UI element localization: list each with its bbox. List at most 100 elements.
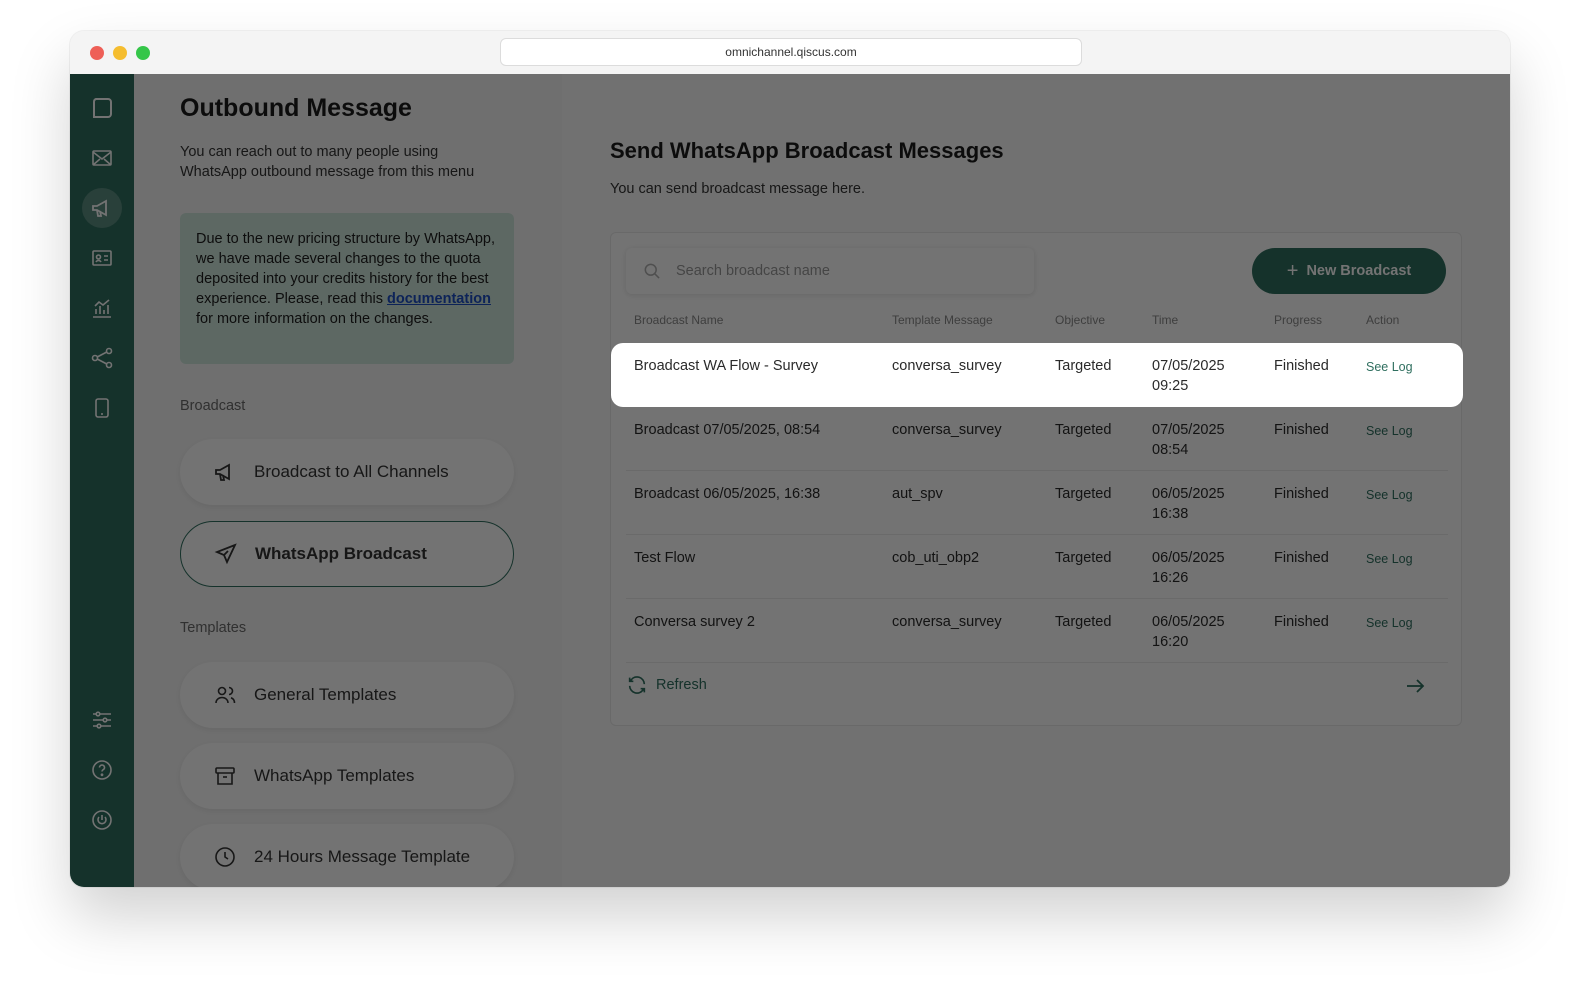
contact-card-icon[interactable] bbox=[82, 238, 122, 278]
app-container: Outbound Message You can reach out to ma… bbox=[70, 74, 1510, 887]
table-row[interactable]: Broadcast WA Flow - Survey conversa_surv… bbox=[611, 343, 1463, 407]
progress-cell: Finished bbox=[1274, 614, 1329, 630]
date-text: 07/05/2025 bbox=[1152, 358, 1225, 374]
broadcast-name-cell: Broadcast WA Flow - Survey bbox=[634, 358, 818, 374]
objective-cell: Targeted bbox=[1055, 422, 1112, 438]
objective-cell: Targeted bbox=[1055, 486, 1112, 502]
whatsapp-templates-button[interactable]: WhatsApp Templates bbox=[180, 743, 514, 809]
objective-cell: Targeted bbox=[1055, 614, 1112, 630]
broadcast-name-cell: Broadcast 07/05/2025, 08:54 bbox=[634, 422, 821, 438]
menu-label: WhatsApp Templates bbox=[254, 766, 415, 785]
time-text: 16:20 bbox=[1152, 634, 1189, 650]
new-broadcast-label: New Broadcast bbox=[1306, 263, 1412, 279]
date-text: 06/05/2025 bbox=[1152, 614, 1225, 630]
whatsapp-broadcast-button[interactable]: WhatsApp Broadcast bbox=[180, 521, 514, 587]
integration-icon[interactable] bbox=[82, 338, 122, 378]
outbound-menu-panel: Outbound Message You can reach out to ma… bbox=[134, 74, 562, 887]
date-text: 06/05/2025 bbox=[1152, 486, 1225, 502]
time-cell: 06/05/2025 16:38 bbox=[1152, 484, 1225, 524]
broadcast-main-panel: Send WhatsApp Broadcast Messages You can… bbox=[562, 74, 1510, 887]
see-log-link[interactable]: See Log bbox=[1366, 613, 1413, 633]
time-cell: 07/05/2025 08:54 bbox=[1152, 420, 1225, 460]
template-cell: conversa_survey bbox=[892, 614, 1002, 630]
address-bar[interactable]: omnichannel.qiscus.com bbox=[500, 38, 1082, 66]
see-log-link[interactable]: See Log bbox=[1366, 421, 1413, 441]
maximize-window-button[interactable] bbox=[136, 46, 150, 60]
refresh-icon bbox=[628, 676, 646, 694]
search-box bbox=[626, 248, 1034, 294]
objective-cell: Targeted bbox=[1055, 358, 1112, 374]
main-title: Send WhatsApp Broadcast Messages bbox=[610, 138, 1004, 163]
clock-icon bbox=[212, 844, 238, 870]
send-icon bbox=[213, 541, 239, 567]
objective-cell: Targeted bbox=[1055, 550, 1112, 566]
megaphone-icon bbox=[212, 459, 238, 485]
page-description: You can reach out to many people using W… bbox=[180, 144, 475, 180]
archive-icon bbox=[212, 763, 238, 789]
date-text: 07/05/2025 bbox=[1152, 422, 1225, 438]
column-header: Template Message bbox=[892, 313, 993, 327]
column-header: Progress bbox=[1274, 313, 1323, 327]
mobile-icon[interactable] bbox=[82, 388, 122, 428]
menu-label: WhatsApp Broadcast bbox=[255, 544, 427, 563]
broadcast-table-card: + New Broadcast Broadcast Name Template … bbox=[610, 232, 1462, 726]
refresh-button[interactable]: Refresh bbox=[626, 674, 707, 696]
time-text: 16:38 bbox=[1152, 506, 1189, 522]
time-text: 16:26 bbox=[1152, 570, 1189, 586]
time-cell: 07/05/2025 09:25 bbox=[1152, 356, 1225, 396]
table-row[interactable]: Test Flow cob_uti_obp2 Targeted 06/05/20… bbox=[626, 535, 1448, 599]
see-log-link[interactable]: See Log bbox=[1366, 357, 1413, 377]
close-window-button[interactable] bbox=[90, 46, 104, 60]
table-row[interactable]: Conversa survey 2 conversa_survey Target… bbox=[626, 599, 1448, 663]
template-cell: conversa_survey bbox=[892, 422, 1002, 438]
column-header: Time bbox=[1152, 313, 1179, 327]
power-icon[interactable] bbox=[82, 800, 122, 840]
megaphone-icon[interactable] bbox=[82, 188, 122, 228]
help-icon[interactable] bbox=[82, 750, 122, 790]
documentation-link[interactable]: documentation bbox=[387, 291, 491, 307]
time-text: 08:54 bbox=[1152, 442, 1189, 458]
sidebar bbox=[70, 74, 134, 887]
inbox-icon[interactable] bbox=[82, 138, 122, 178]
browser-window: omnichannel.qiscus.com Outbound Message … bbox=[70, 31, 1510, 887]
minimize-window-button[interactable] bbox=[113, 46, 127, 60]
column-header: Action bbox=[1366, 313, 1400, 327]
templates-section-label: Templates bbox=[180, 620, 247, 636]
table-row[interactable]: Broadcast 07/05/2025, 08:54 conversa_sur… bbox=[626, 407, 1448, 471]
users-icon bbox=[212, 682, 238, 708]
main-description: You can send broadcast message here. bbox=[610, 181, 865, 197]
notice-text-after: for more information on the changes. bbox=[196, 311, 433, 327]
search-icon bbox=[644, 263, 660, 279]
broadcast-name-cell: Test Flow bbox=[634, 550, 696, 566]
template-cell: conversa_survey bbox=[892, 358, 1002, 374]
time-cell: 06/05/2025 16:26 bbox=[1152, 548, 1225, 588]
plus-icon: + bbox=[1286, 260, 1299, 282]
see-log-link[interactable]: See Log bbox=[1366, 485, 1413, 505]
progress-cell: Finished bbox=[1274, 486, 1329, 502]
search-input[interactable] bbox=[676, 263, 1006, 279]
see-log-link[interactable]: See Log bbox=[1366, 549, 1413, 569]
settings-sliders-icon[interactable] bbox=[82, 700, 122, 740]
next-page-arrow-icon[interactable] bbox=[1403, 674, 1427, 698]
date-text: 06/05/2025 bbox=[1152, 550, 1225, 566]
progress-cell: Finished bbox=[1274, 358, 1329, 374]
analytics-icon[interactable] bbox=[82, 288, 122, 328]
time-cell: 06/05/2025 16:20 bbox=[1152, 612, 1225, 652]
24-hours-template-button[interactable]: 24 Hours Message Template bbox=[180, 824, 514, 887]
new-broadcast-button[interactable]: + New Broadcast bbox=[1252, 248, 1446, 294]
time-text: 09:25 bbox=[1152, 378, 1189, 394]
template-cell: aut_spv bbox=[892, 486, 943, 502]
menu-label: General Templates bbox=[254, 685, 397, 704]
refresh-label: Refresh bbox=[656, 677, 707, 693]
broadcast-name-cell: Conversa survey 2 bbox=[634, 614, 755, 630]
general-templates-button[interactable]: General Templates bbox=[180, 662, 514, 728]
template-cell: cob_uti_obp2 bbox=[892, 550, 980, 566]
broadcast-all-channels-button[interactable]: Broadcast to All Channels bbox=[180, 439, 514, 505]
broadcast-name-cell: Broadcast 06/05/2025, 16:38 bbox=[634, 486, 821, 502]
menu-label: Broadcast to All Channels bbox=[254, 462, 449, 481]
menu-label: 24 Hours Message Template bbox=[254, 847, 471, 866]
progress-cell: Finished bbox=[1274, 550, 1329, 566]
qiscus-logo-icon[interactable] bbox=[82, 88, 122, 128]
column-header: Broadcast Name bbox=[634, 313, 724, 327]
table-row[interactable]: Broadcast 06/05/2025, 16:38 aut_spv Targ… bbox=[626, 471, 1448, 535]
